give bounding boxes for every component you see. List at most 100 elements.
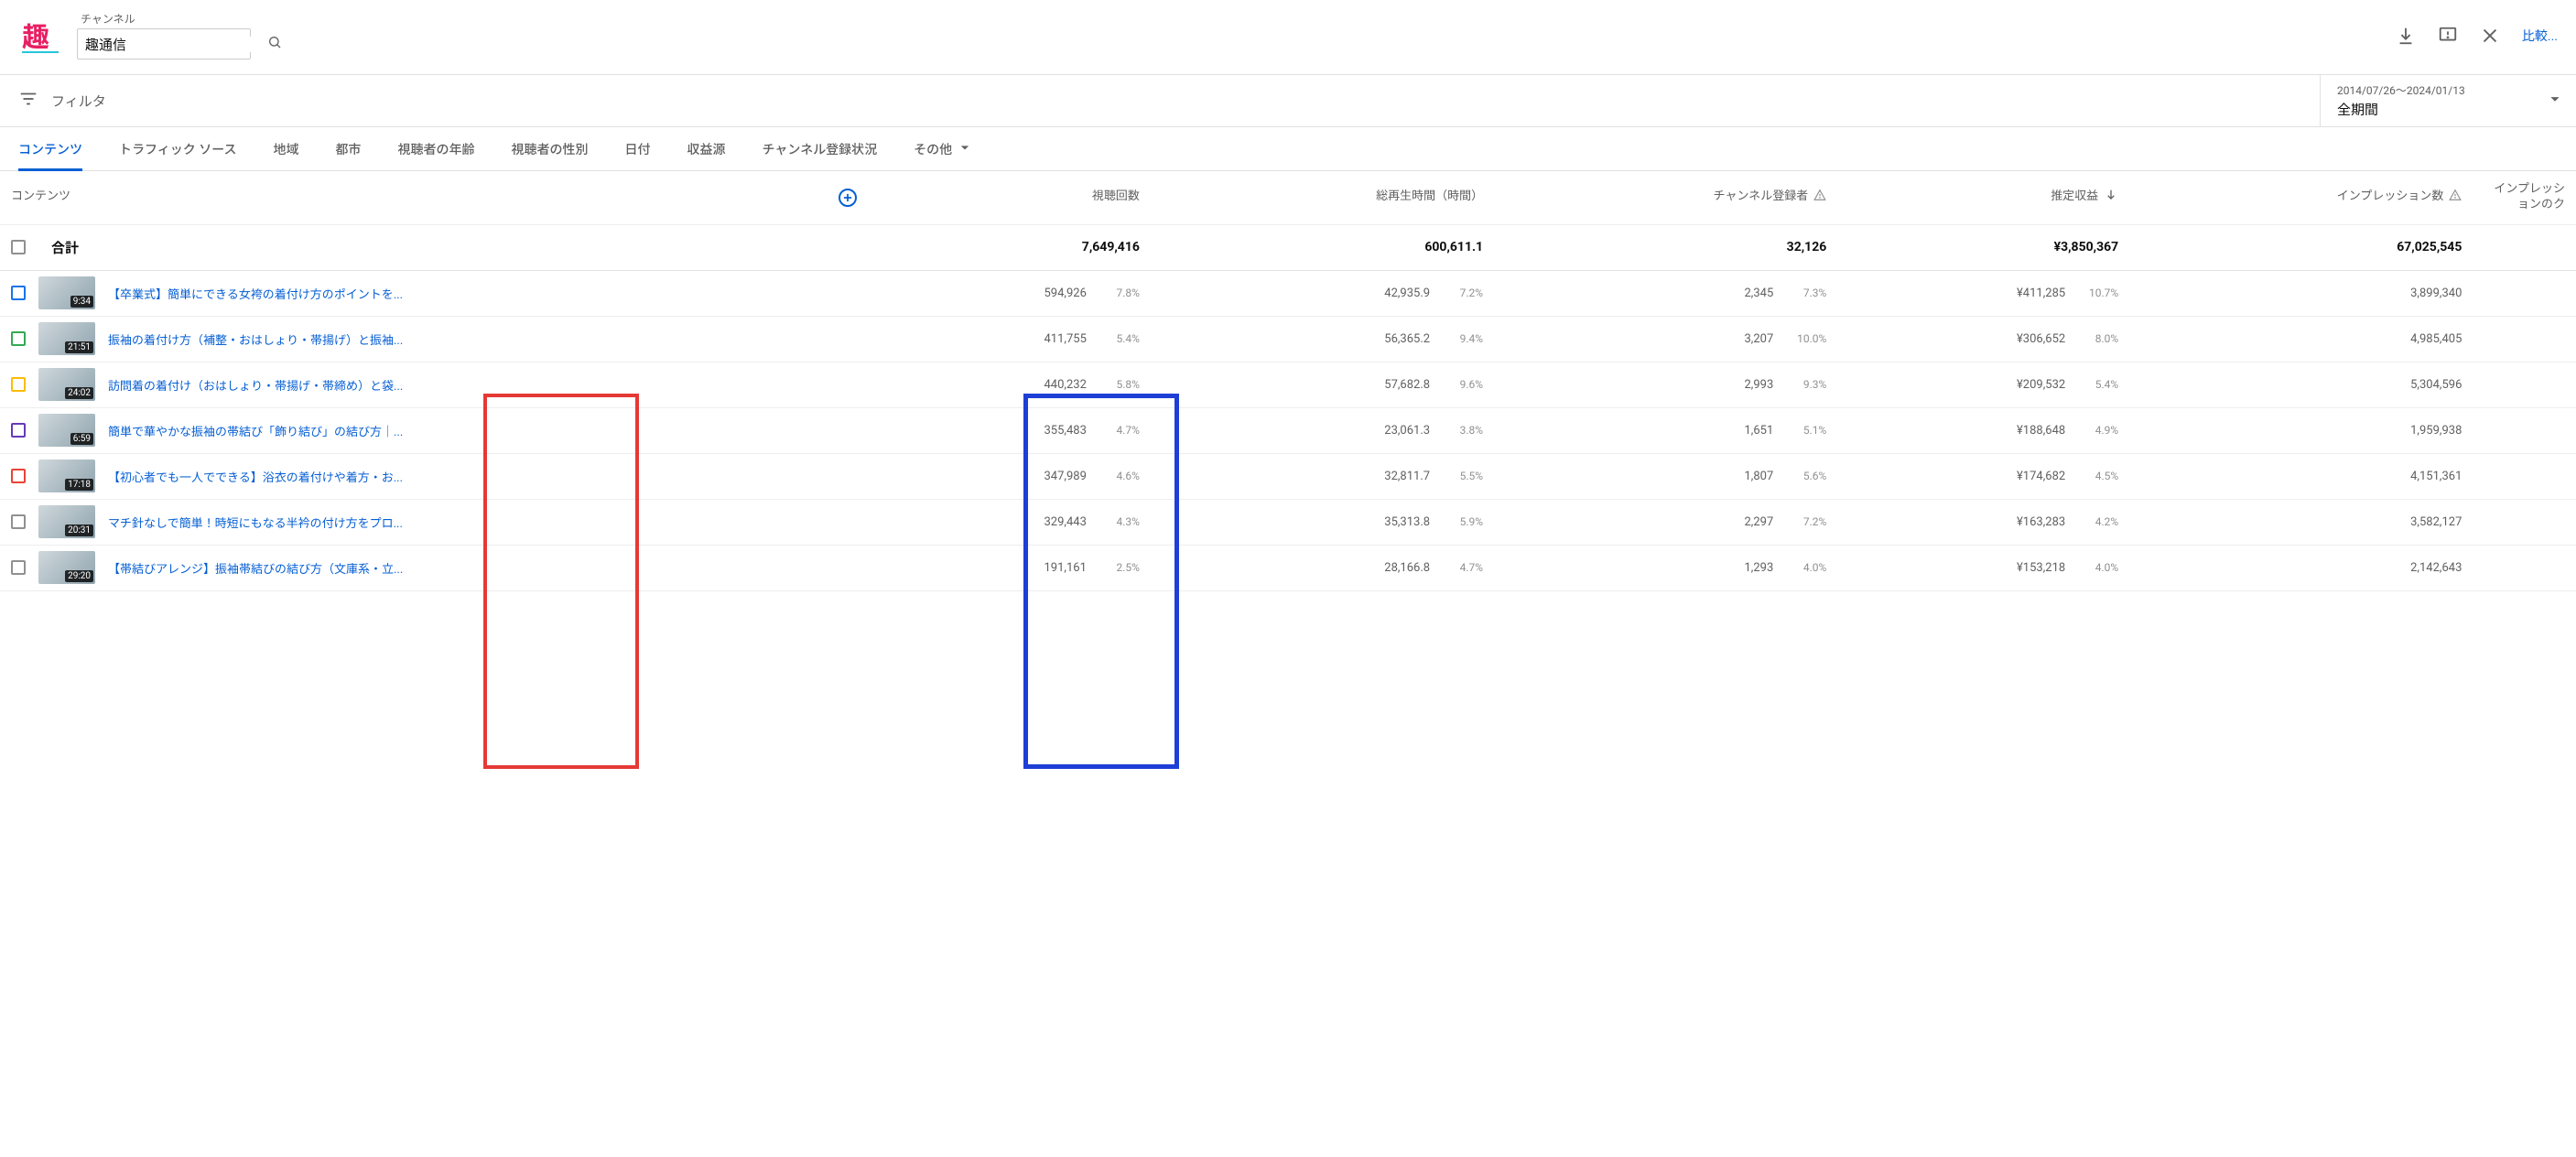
cell-watch-pct: 4.7%: [1445, 561, 1483, 574]
cell-watch: 32,811.7: [1366, 470, 1430, 483]
cell-impressions: 2,142,643: [2397, 561, 2462, 575]
filter-icon: [18, 89, 38, 113]
table-row[interactable]: 6:59 簡単で華やかな振袖の帯結び「飾り結び」の結び方｜... 355,483…: [0, 407, 2576, 453]
tab-city[interactable]: 都市: [336, 127, 362, 171]
tab-subscription-status[interactable]: チャンネル登録状況: [763, 127, 878, 171]
tab-content[interactable]: コンテンツ: [18, 127, 82, 171]
svg-text:趣: 趣: [22, 22, 49, 54]
cell-subs: 1,651: [1709, 424, 1773, 438]
date-range-selector[interactable]: 2014/07/26〜2024/01/13 全期間: [2320, 75, 2576, 126]
column-header-views[interactable]: 視聴回数: [859, 171, 1151, 224]
total-watch-time: 600,611.1: [1424, 240, 1483, 254]
cell-subs-pct: 5.6%: [1788, 470, 1826, 482]
row-checkbox[interactable]: [11, 423, 26, 438]
cell-views: 191,161: [1023, 561, 1087, 575]
column-header-content[interactable]: コンテンツ: [0, 171, 859, 224]
column-header-impressions[interactable]: インプレッション数: [2129, 171, 2473, 224]
table-row[interactable]: 17:18 【初心者でも一人でできる】浴衣の着付けや着方・お... 347,98…: [0, 453, 2576, 499]
filter-label: フィルタ: [51, 92, 106, 111]
warning-icon: [1813, 189, 1826, 207]
compare-link[interactable]: 比較...: [2522, 27, 2558, 45]
table-row[interactable]: 29:20 【帯結びアレンジ】振袖帯結びの結び方（文庫系・立... 191,16…: [0, 545, 2576, 590]
download-icon[interactable]: [2396, 26, 2416, 46]
video-thumbnail[interactable]: 17:18: [38, 460, 95, 492]
sort-descending-icon: [2104, 188, 2118, 208]
tab-geography[interactable]: 地域: [274, 127, 299, 171]
video-thumbnail[interactable]: 21:51: [38, 322, 95, 355]
cell-impressions: 5,304,596: [2397, 378, 2462, 392]
video-duration: 29:20: [65, 570, 93, 582]
video-duration: 21:51: [65, 341, 93, 353]
cell-revenue-pct: 5.4%: [2080, 378, 2118, 391]
video-duration: 9:34: [70, 296, 93, 308]
video-thumbnail[interactable]: 9:34: [38, 276, 95, 309]
total-subscribers: 32,126: [1787, 240, 1827, 254]
cell-subs-pct: 7.3%: [1788, 287, 1826, 299]
search-icon: [267, 35, 282, 53]
row-checkbox[interactable]: [11, 560, 26, 575]
row-checkbox[interactable]: [11, 331, 26, 346]
column-header-revenue[interactable]: 推定収益: [1837, 171, 2129, 224]
cell-watch-pct: 5.5%: [1445, 470, 1483, 482]
cell-subs-pct: 4.0%: [1788, 561, 1826, 574]
cell-revenue-pct: 4.0%: [2080, 561, 2118, 574]
tab-more[interactable]: その他: [914, 127, 974, 171]
video-title-link[interactable]: 【初心者でも一人でできる】浴衣の着付けや着方・お...: [108, 468, 403, 485]
row-checkbox[interactable]: [11, 514, 26, 529]
tab-traffic-source[interactable]: トラフィック ソース: [119, 127, 237, 171]
total-label: 合計: [51, 238, 79, 257]
tab-revenue-source[interactable]: 収益源: [687, 127, 726, 171]
cell-views-pct: 5.4%: [1101, 332, 1140, 345]
row-checkbox[interactable]: [11, 469, 26, 483]
select-all-checkbox[interactable]: [11, 240, 26, 254]
channel-search[interactable]: [77, 28, 251, 59]
cell-watch: 57,682.8: [1366, 378, 1430, 392]
cell-subs: 3,207: [1709, 332, 1773, 346]
video-title-link[interactable]: 【卒業式】簡単にできる女袴の着付け方のポイントを...: [108, 285, 403, 302]
video-title-link[interactable]: 訪問着の着付け（おはしょり・帯揚げ・帯締め）と袋...: [108, 376, 403, 394]
video-thumbnail[interactable]: 29:20: [38, 551, 95, 584]
cell-revenue-pct: 10.7%: [2080, 287, 2118, 299]
cell-subs: 2,993: [1709, 378, 1773, 392]
video-thumbnail[interactable]: 20:31: [38, 505, 95, 538]
cell-views: 347,989: [1023, 470, 1087, 483]
row-checkbox[interactable]: [11, 286, 26, 300]
table-row[interactable]: 9:34 【卒業式】簡単にできる女袴の着付け方のポイントを... 594,926…: [0, 270, 2576, 316]
cell-views: 355,483: [1023, 424, 1087, 438]
close-icon[interactable]: [2480, 26, 2500, 46]
channel-search-input[interactable]: [85, 37, 267, 52]
video-duration: 24:02: [65, 387, 93, 399]
video-duration: 20:31: [65, 524, 93, 536]
cell-views: 440,232: [1023, 378, 1087, 392]
cell-revenue-pct: 4.9%: [2080, 424, 2118, 437]
video-title-link[interactable]: 振袖の着付け方（補整・おはしょり・帯揚げ）と振袖...: [108, 330, 403, 348]
cell-impressions: 4,985,405: [2397, 332, 2462, 346]
analytics-table: コンテンツ 視聴回数 総再生時間（時間） チャンネル登録者 推定収益: [0, 171, 2576, 591]
video-title-link[interactable]: 簡単で華やかな振袖の帯結び「飾り結び」の結び方｜...: [108, 422, 403, 439]
filter-button[interactable]: フィルタ: [0, 76, 124, 125]
cell-subs-pct: 5.1%: [1788, 424, 1826, 437]
table-row[interactable]: 20:31 マチ針なしで簡単！時短にもなる半衿の付け方をプロ... 329,44…: [0, 499, 2576, 545]
table-row[interactable]: 24:02 訪問着の着付け（おはしょり・帯揚げ・帯締め）と袋... 440,23…: [0, 362, 2576, 407]
feedback-icon[interactable]: [2438, 26, 2458, 46]
cell-watch-pct: 7.2%: [1445, 287, 1483, 299]
video-thumbnail[interactable]: 24:02: [38, 368, 95, 401]
column-header-ctr[interactable]: インプレッションのク: [2473, 171, 2576, 224]
table-row[interactable]: 21:51 振袖の着付け方（補整・おはしょり・帯揚げ）と振袖... 411,75…: [0, 316, 2576, 362]
cell-views-pct: 4.3%: [1101, 515, 1140, 528]
cell-revenue-pct: 4.2%: [2080, 515, 2118, 528]
tab-date[interactable]: 日付: [625, 127, 651, 171]
date-range-label: 全期間: [2337, 100, 2549, 119]
video-title-link[interactable]: マチ針なしで簡単！時短にもなる半衿の付け方をプロ...: [108, 514, 403, 531]
video-thumbnail[interactable]: 6:59: [38, 414, 95, 447]
cell-views-pct: 2.5%: [1101, 561, 1140, 574]
column-header-subscribers[interactable]: チャンネル登録者: [1494, 171, 1837, 224]
tab-viewer-gender[interactable]: 視聴者の性別: [512, 127, 589, 171]
cell-subs-pct: 10.0%: [1788, 332, 1826, 345]
video-title-link[interactable]: 【帯結びアレンジ】振袖帯結びの結び方（文庫系・立...: [108, 559, 403, 577]
row-checkbox[interactable]: [11, 377, 26, 392]
column-header-watch-time[interactable]: 総再生時間（時間）: [1151, 171, 1494, 224]
cell-subs: 2,345: [1709, 287, 1773, 300]
tab-viewer-age[interactable]: 視聴者の年齢: [398, 127, 475, 171]
add-metric-button[interactable]: [839, 189, 857, 207]
